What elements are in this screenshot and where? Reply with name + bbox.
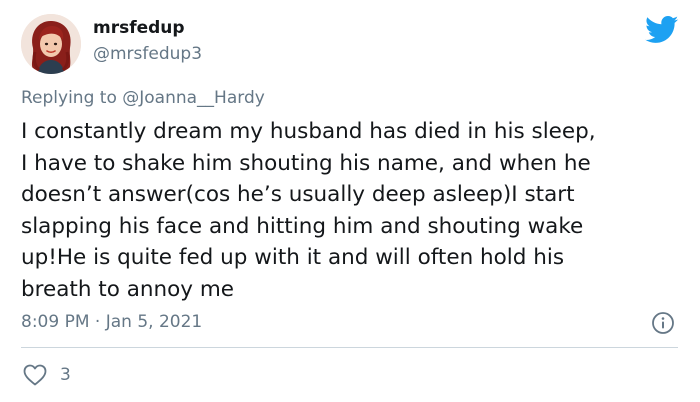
- tweet-text-line: doesn’t answer(cos he’s usually deep asl…: [21, 182, 575, 207]
- like-count: 3: [60, 365, 71, 385]
- reply-mention-link[interactable]: @Joanna__Hardy: [122, 88, 265, 108]
- tweet-text-line: breath to annoy me: [21, 276, 235, 302]
- avatar-illustration: [21, 14, 81, 74]
- tweet-text-line: I have to shake him shouting his name, a…: [21, 150, 591, 176]
- tweet-text: I constantly dream my husband has died i…: [21, 116, 681, 305]
- twitter-bird-icon[interactable]: [645, 16, 679, 44]
- divider: [21, 347, 678, 348]
- display-name[interactable]: mrsfedup: [93, 18, 185, 38]
- tweet-text-line: I constantly dream my husband has died i…: [21, 119, 596, 144]
- tweet-text-line: up!He is quite fed up with it and will o…: [21, 245, 565, 270]
- tweet-text-line: slapping his face and hitting him and sh…: [21, 213, 584, 239]
- info-icon[interactable]: [651, 311, 675, 335]
- reply-context: Replying to @Joanna__Hardy: [21, 88, 265, 108]
- user-handle[interactable]: @mrsfedup3: [93, 44, 202, 64]
- reply-prefix: Replying to: [21, 88, 123, 108]
- tweet-timestamp[interactable]: 8:09 PM · Jan 5, 2021: [21, 312, 202, 332]
- heart-icon[interactable]: [23, 364, 47, 386]
- tweet-card: mrsfedup @mrsfedup3 Replying to @Joanna_…: [0, 0, 700, 402]
- avatar[interactable]: [21, 14, 81, 74]
